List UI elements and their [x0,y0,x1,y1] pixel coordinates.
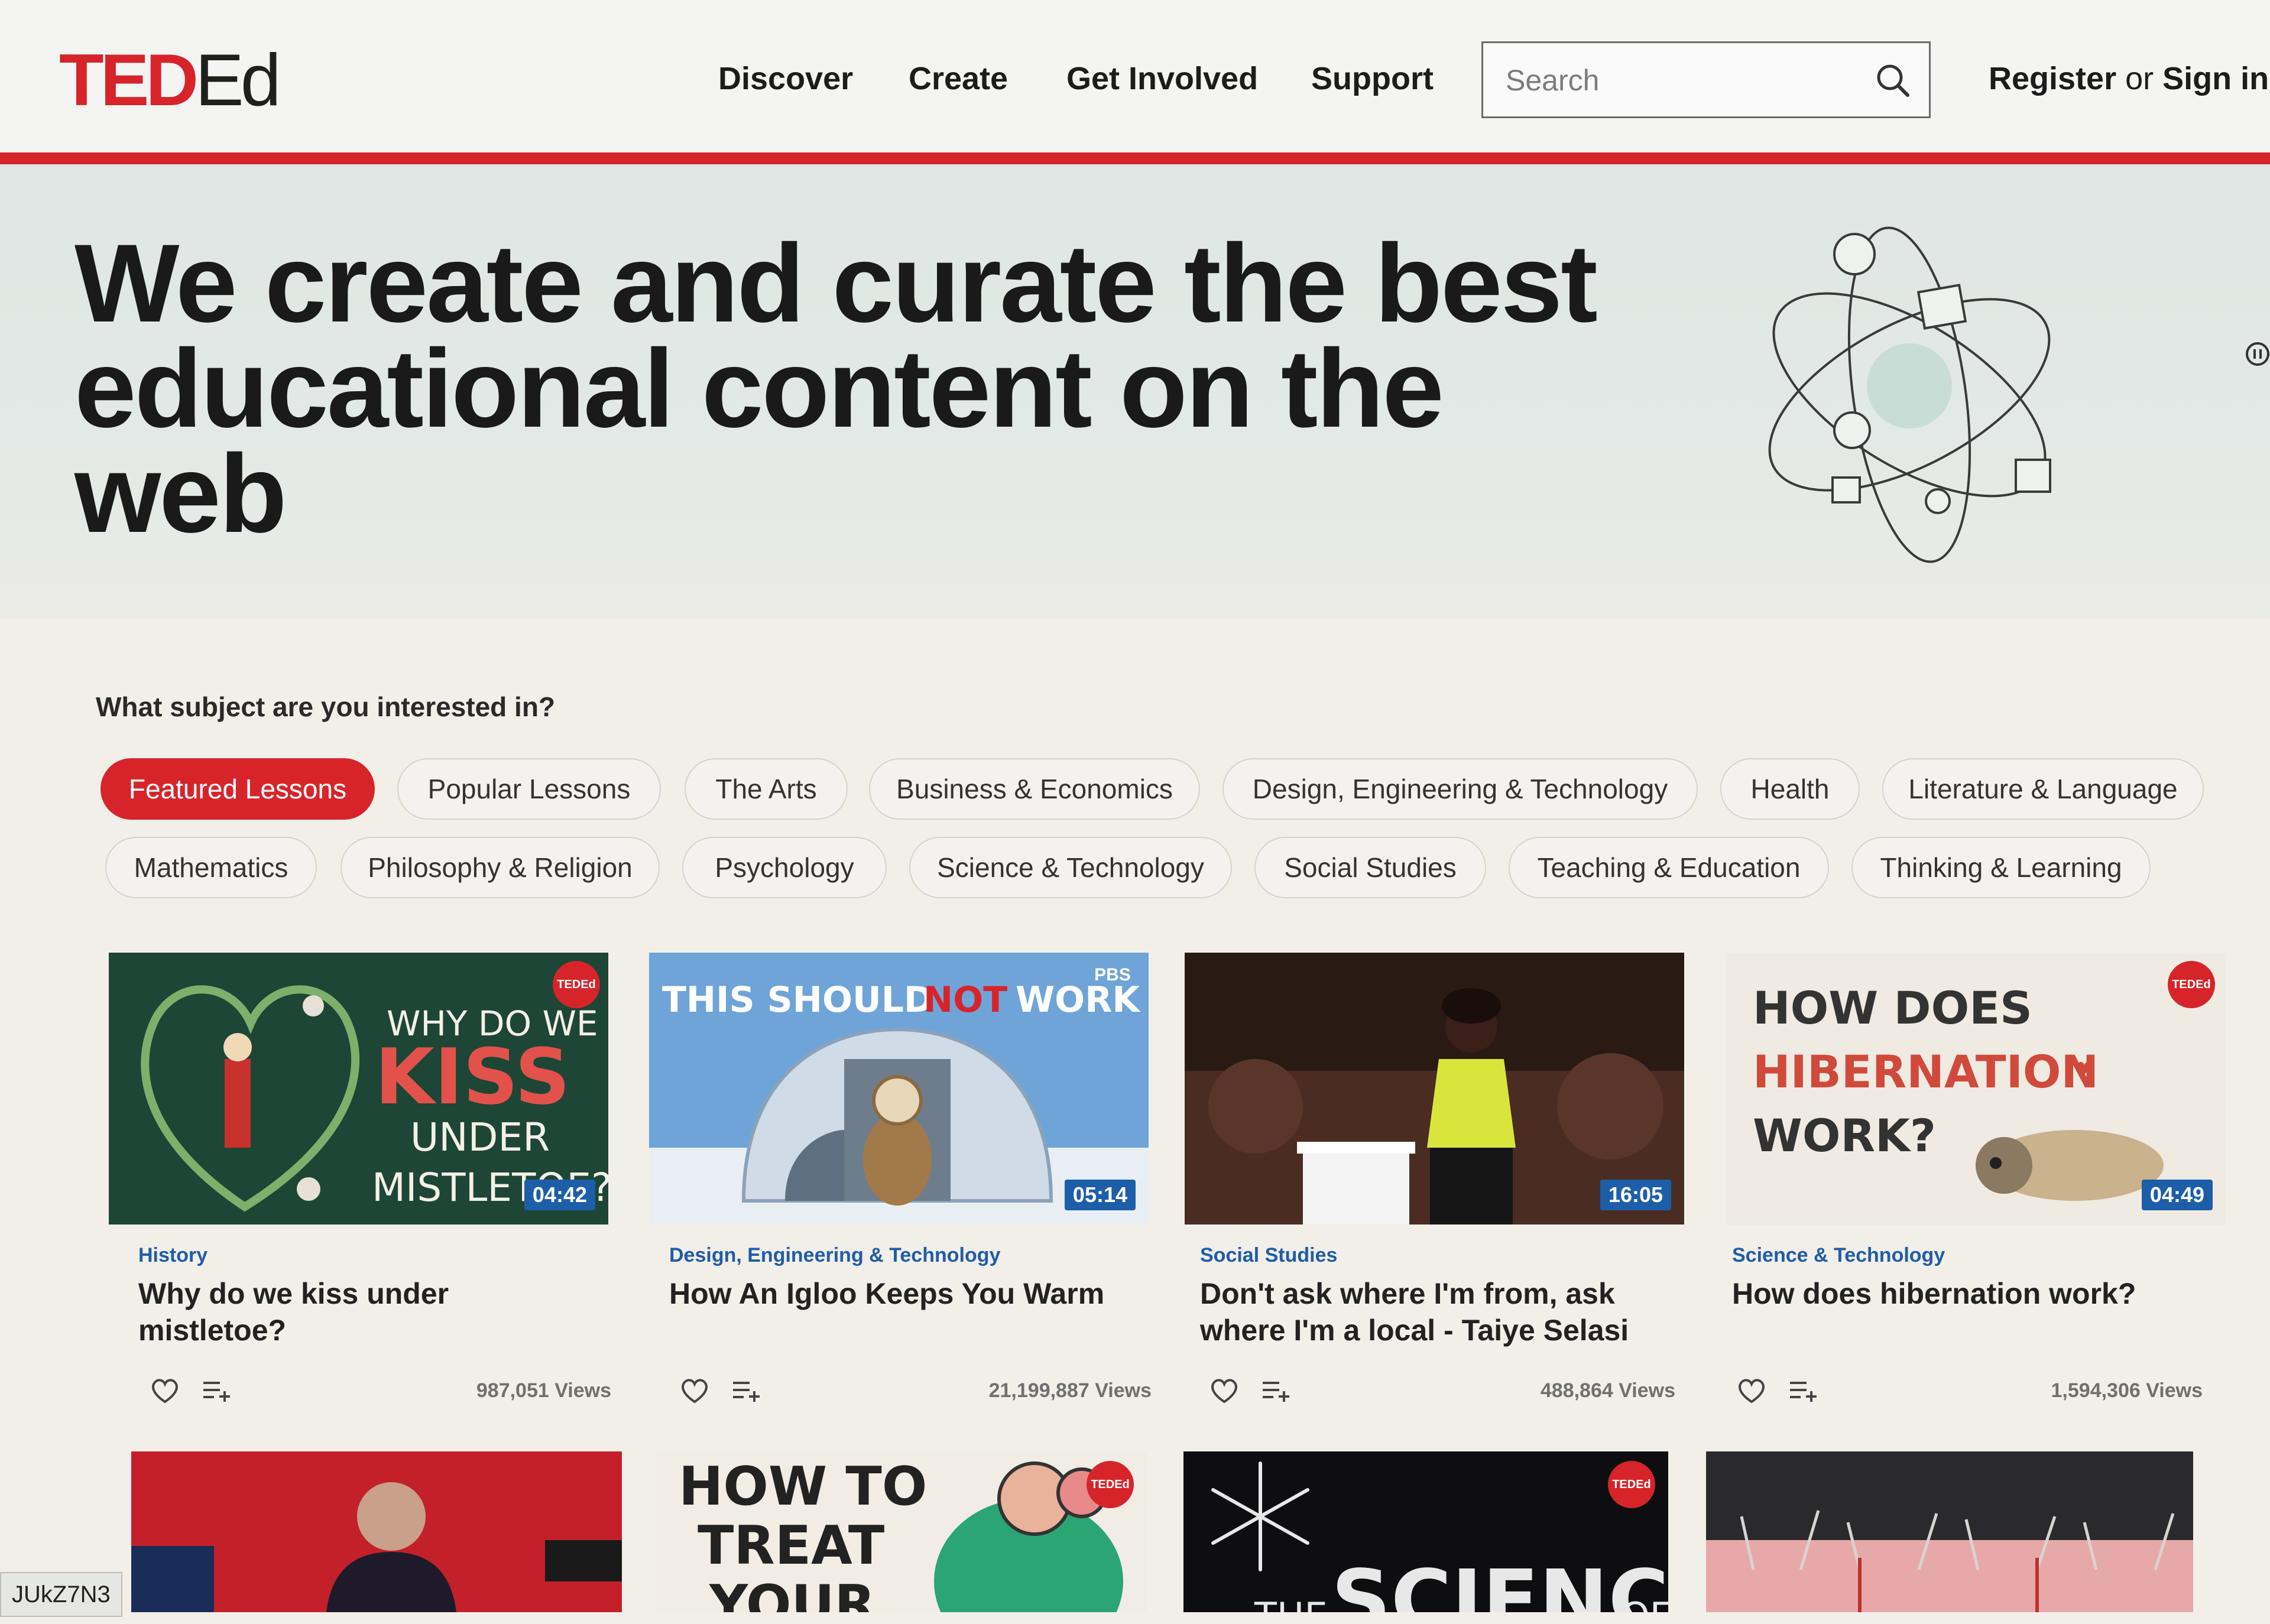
lesson-thumbnail[interactable] [131,1451,622,1612]
view-count: 488,864 Views [1540,1379,1675,1402]
add-to-playlist-icon[interactable] [202,1378,232,1403]
tedd-badge: TEDEd [1087,1461,1134,1508]
register-link[interactable]: Register [1989,61,2116,96]
auth-or-text: or [2125,61,2154,96]
nav-discover[interactable]: Discover [718,58,853,99]
lesson-thumbnail[interactable] [1706,1451,2193,1612]
lesson-category[interactable]: History [138,1242,207,1268]
add-to-playlist-icon[interactable] [732,1378,761,1403]
thumb-text-line: OF [1621,1594,1668,1612]
chip-philosophy-religion[interactable]: Philosophy & Religion [340,837,660,898]
header-red-rule [0,152,2270,164]
thumb-text-line: TREAT [698,1515,884,1577]
thumb-text-line: YOUR [709,1574,875,1612]
auth-links: Register or Sign in [1989,58,2269,99]
search-input[interactable] [1504,57,1862,103]
lesson-category[interactable]: Science & Technology [1732,1242,1945,1268]
lesson-card[interactable]: WHY DO WE KISS UNDER MISTLETOE? TEDEd 04… [109,953,617,1425]
tedd-badge: TEDEd [1608,1461,1655,1508]
chip-business-economics[interactable]: Business & Economics [869,758,1200,820]
thumb-text-line: THE [1254,1594,1328,1612]
lesson-title[interactable]: How An Igloo Keeps You Warm [669,1275,1118,1312]
lesson-thumbnail[interactable]: 16:05 [1185,953,1684,1225]
lesson-thumbnail[interactable]: WHY DO WE KISS UNDER MISTLETOE? TEDEd 04… [109,953,608,1225]
pause-animation-icon[interactable] [2245,342,2270,366]
duration-badge: 04:49 [2141,1180,2213,1210]
chip-popular-lessons[interactable]: Popular Lessons [397,758,661,820]
nav-create[interactable]: Create [909,58,1008,99]
chip-featured-lessons[interactable]: Featured Lessons [100,758,375,820]
lesson-thumbnail[interactable]: HOW TO TREAT YOUR TEDEd [656,1451,1147,1612]
url-fragment-label: JUkZ7N3 [0,1572,122,1617]
lesson-title[interactable]: Why do we kiss under mistletoe? [138,1275,588,1349]
duration-badge: 16:05 [1600,1180,1671,1210]
chip-design-engineering-technology[interactable]: Design, Engineering & Technology [1222,758,1698,820]
hero-banner: We create and curate the best educationa… [0,164,2270,619]
add-to-playlist-icon[interactable] [1262,1378,1291,1403]
lesson-thumbnail[interactable]: THIS SHOULD NOT WORK PBS 05:14 [649,953,1149,1225]
lesson-category[interactable]: Social Studies [1200,1242,1337,1268]
thumb-text-line: WORK? [1753,1109,1936,1162]
view-count: 1,594,306 Views [2051,1379,2203,1402]
duration-badge: 04:42 [524,1180,595,1210]
thumb-text-line: KISS [375,1032,570,1122]
chip-social-studies[interactable]: Social Studies [1254,837,1486,898]
thumb-text-line: NOT [923,979,1007,1021]
tedd-badge: TEDEd [2168,961,2215,1008]
hero-title: We create and curate the best educationa… [74,221,1598,556]
site-header: TEDEd Discover Create Get Involved Suppo… [0,0,2270,152]
chip-thinking-learning[interactable]: Thinking & Learning [1851,837,2151,898]
chip-psychology[interactable]: Psychology [682,837,887,898]
pbs-badge: PBS [1094,965,1131,985]
sign-in-link[interactable]: Sign in [2162,61,2269,96]
chip-health[interactable]: Health [1720,758,1860,820]
heart-icon[interactable] [150,1377,180,1404]
chip-the-arts[interactable]: The Arts [685,758,848,820]
lesson-card[interactable]: THIS SHOULD NOT WORK PBS 05:14 Design, E… [649,953,1157,1425]
lesson-title[interactable]: How does hibernation work? [1732,1275,2181,1312]
duration-badge: 05:14 [1064,1180,1136,1210]
ted-ed-logo[interactable]: TEDEd [59,39,281,122]
tedd-badge: TEDEd [553,961,600,1008]
lesson-category[interactable]: Design, Engineering & Technology [669,1242,1000,1268]
search-icon[interactable] [1872,60,1914,101]
nav-get-involved[interactable]: Get Involved [1066,58,1258,99]
add-to-playlist-icon[interactable] [1789,1378,1818,1403]
chip-teaching-education[interactable]: Teaching & Education [1509,837,1829,898]
subject-question: What subject are you interested in? [96,691,556,722]
lesson-thumbnail[interactable]: HOW DOES HIBERNATION WORK? TEDEd 04:49 [1726,953,2226,1225]
view-count: 987,051 Views [476,1379,611,1402]
lesson-title[interactable]: Don't ask where I'm from, ask where I'm … [1200,1275,1673,1349]
lesson-card[interactable]: 16:05 Social Studies Don't ask where I'm… [1185,953,1693,1425]
lesson-thumbnail[interactable]: THE SCIENCE OF TEDEd [1183,1451,1668,1612]
heart-icon[interactable] [680,1377,709,1404]
heart-icon[interactable] [1737,1377,1766,1404]
thumb-text-line: SCIENCE [1331,1552,1668,1612]
atom-illustration-icon [1768,226,2051,563]
logo-ted-text: TED [59,40,199,121]
heart-icon[interactable] [1209,1377,1239,1404]
thumb-text-line: HIBERNATION [1753,1045,2099,1098]
chip-literature-language[interactable]: Literature & Language [1882,758,2204,820]
chip-mathematics[interactable]: Mathematics [105,837,317,898]
nav-support[interactable]: Support [1311,58,1434,99]
thumb-text-line: HOW DOES [1753,982,2032,1034]
view-count: 21,199,887 Views [988,1379,1152,1402]
thumb-text-line: HOW TO [679,1456,927,1518]
logo-ed-text: Ed [195,40,281,121]
lesson-card[interactable]: HOW DOES HIBERNATION WORK? TEDEd 04:49 S… [1726,953,2235,1425]
search-box [1481,41,1931,118]
thumb-text-line: UNDER [410,1115,550,1160]
thumb-text-line: THIS SHOULD [662,979,933,1021]
chip-science-technology[interactable]: Science & Technology [909,837,1232,898]
